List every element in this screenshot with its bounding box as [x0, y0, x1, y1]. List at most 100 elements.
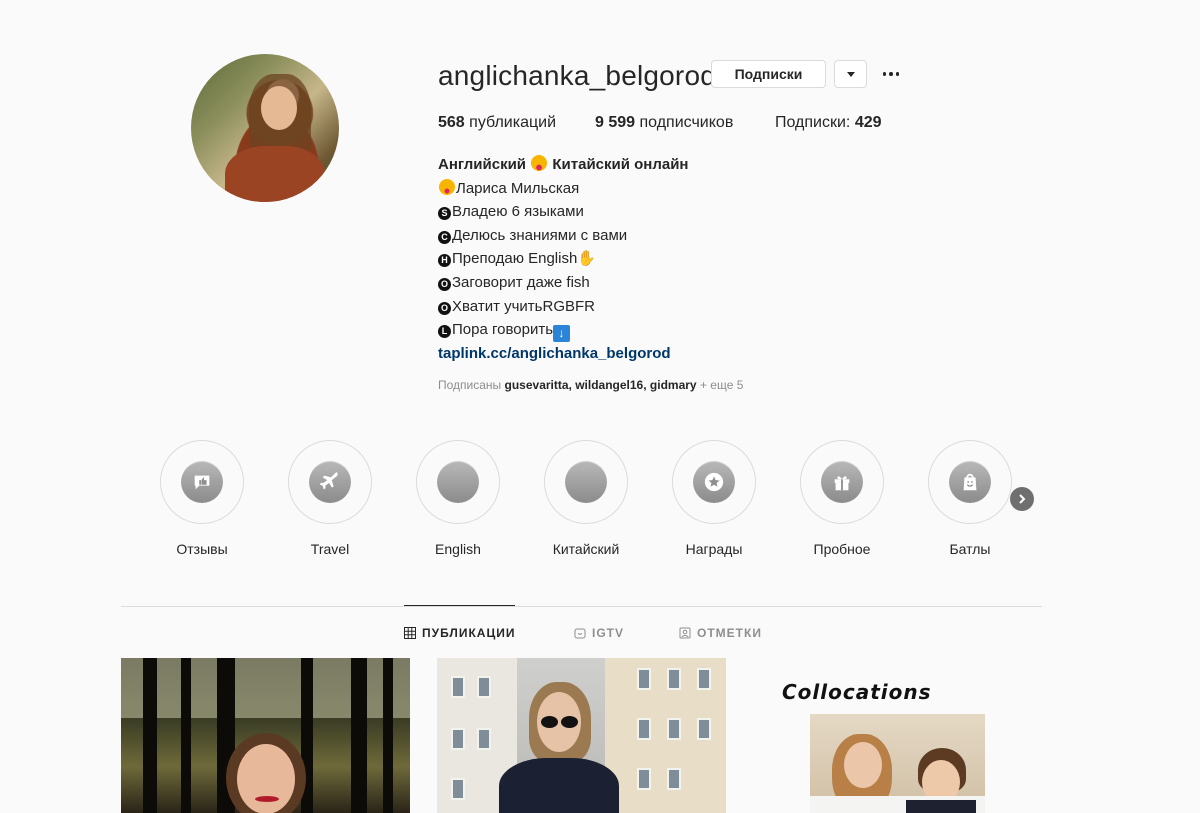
yum-emoji-icon: [439, 178, 455, 195]
caret-down-icon: [846, 71, 855, 77]
post-window: [451, 676, 465, 698]
highlight-item[interactable]: Отзывы: [159, 440, 245, 557]
bio-line: S Владею 6 языками: [438, 200, 689, 224]
gift-icon: [821, 461, 863, 503]
circled-letter-icon: O: [438, 277, 451, 291]
post-thumbnail[interactable]: [437, 658, 726, 813]
post-window: [451, 778, 465, 800]
following-button[interactable]: Подписки: [711, 60, 826, 88]
post-window: [697, 718, 711, 740]
circled-letter-icon: S: [438, 207, 451, 221]
tab-igtv[interactable]: IGTV: [574, 626, 624, 640]
bio-link[interactable]: taplink.cc/anglichanka_belgorod: [438, 342, 689, 366]
post-photo: [810, 714, 985, 813]
highlight-ring: [160, 440, 244, 524]
highlight-ring: [288, 440, 372, 524]
avatar-face: [261, 86, 297, 130]
highlight-item[interactable]: Китайский: [543, 440, 629, 557]
post-person-vest: [906, 800, 976, 813]
post-window: [667, 768, 681, 790]
highlight-item[interactable]: English: [415, 440, 501, 557]
tab-tagged[interactable]: ОТМЕТКИ: [679, 626, 762, 640]
bio-full-name: Английский Китайский онлайн: [438, 153, 689, 177]
bio-line: H Преподаю English✋: [438, 247, 689, 271]
blank-cover-icon: [565, 461, 607, 503]
highlight-ring: [800, 440, 884, 524]
highlight-label: English: [435, 541, 481, 557]
more-options-icon[interactable]: [879, 64, 903, 84]
post-window: [637, 718, 651, 740]
post-window: [637, 668, 651, 690]
tongue-emoji-icon: [531, 155, 548, 171]
followers-count[interactable]: 9 599 подписчиков: [595, 114, 733, 132]
following-count[interactable]: Подписки: 429: [775, 114, 882, 132]
followers-count-label: подписчиков: [639, 114, 734, 131]
highlight-item[interactable]: Награды: [671, 440, 757, 557]
shopping-bag-icon: [949, 461, 991, 503]
post-person-lips: [255, 796, 279, 802]
tabs-divider: [121, 606, 1042, 607]
chevron-right-icon[interactable]: [1010, 487, 1034, 511]
post-thumbnail[interactable]: [121, 658, 410, 813]
profile-avatar[interactable]: [191, 54, 339, 202]
star-icon: [693, 461, 735, 503]
post-window: [667, 668, 681, 690]
bio-line: O Заговорит даже fish: [438, 271, 689, 295]
bio-line-text: Владею 6 языками: [452, 203, 584, 221]
tag-icon: [679, 627, 691, 639]
down-arrow-icon: ↓: [553, 325, 571, 343]
post-person-body: [499, 758, 619, 813]
circled-letter-icon: H: [438, 254, 451, 268]
bio-line: Лариса Мильская: [438, 177, 689, 201]
post-window: [697, 668, 711, 690]
highlight-item[interactable]: Travel: [287, 440, 373, 557]
tv-icon: [574, 628, 586, 639]
post-tree: [351, 658, 367, 813]
tab-label: ПУБЛИКАЦИИ: [422, 626, 516, 640]
tab-label: IGTV: [592, 626, 625, 640]
post-person-face: [237, 744, 295, 813]
tab-label: ОТМЕТКИ: [697, 626, 762, 640]
bio-line: L Пора говорить ↓: [438, 318, 689, 343]
bio-line-text: Преподаю English: [452, 250, 578, 268]
post-window: [667, 718, 681, 740]
tab-posts[interactable]: ПУБЛИКАЦИИ: [404, 626, 515, 640]
thumbs-up-icon: ✋: [577, 250, 596, 268]
profile-username: anglichanka_belgorod: [438, 60, 716, 91]
suggested-dropdown-button[interactable]: [834, 60, 867, 88]
following-count-label: Подписки:: [775, 114, 851, 131]
highlight-ring: [672, 440, 756, 524]
posts-count-number: 568: [438, 114, 465, 131]
followed-by-names[interactable]: gusevaritta, wildangel16, gidmary: [505, 378, 697, 392]
post-window: [477, 676, 491, 698]
blank-cover-icon: [437, 461, 479, 503]
followed-by-more[interactable]: + еще 5: [700, 378, 743, 392]
post-tree: [181, 658, 191, 813]
sunglasses-left: [541, 716, 558, 728]
bio-line-text: Хватит учитьRGBFR: [452, 297, 595, 315]
bio-name-part2: Китайский онлайн: [552, 156, 689, 173]
avatar-scarf: [225, 146, 325, 202]
highlight-label: Батлы: [949, 541, 991, 557]
followers-count-number: 9 599: [595, 114, 636, 131]
highlight-item[interactable]: Батлы: [927, 440, 1013, 557]
highlight-ring: [544, 440, 628, 524]
highlight-item[interactable]: Пробное: [799, 440, 885, 557]
airplane-icon: [309, 461, 351, 503]
following-count-number: 429: [854, 114, 882, 131]
posts-count: 568 публикаций: [438, 114, 556, 132]
bio-line: O Хватит учитьRGBFR: [438, 295, 689, 319]
bio-name-part1: Английский: [438, 156, 527, 173]
highlight-label: Пробное: [813, 541, 871, 557]
post-window: [451, 728, 465, 750]
post-window: [477, 728, 491, 750]
post-window: [637, 768, 651, 790]
bio-line-text: Делюсь знаниями с вами: [452, 226, 628, 244]
bio-line-text: Лариса Мильская: [456, 179, 580, 197]
active-tab-indicator: [404, 605, 515, 606]
post-thumbnail[interactable]: Collocations: [753, 658, 1042, 813]
highlight-label: Награды: [685, 541, 743, 557]
followed-by[interactable]: Подписаны gusevaritta, wildangel16, gidm…: [438, 378, 743, 392]
posts-count-label: публикаций: [469, 114, 557, 131]
grid-icon: [404, 627, 416, 639]
